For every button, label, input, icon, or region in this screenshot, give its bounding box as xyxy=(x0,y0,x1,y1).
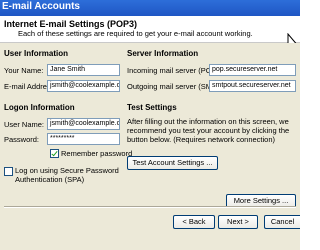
logon-info-heading: Logon Information xyxy=(4,103,75,112)
outgoing-server-field[interactable]: smtpout.secureserver.net xyxy=(209,80,296,92)
email-address-field[interactable]: jsmith@coolexample.com xyxy=(47,80,120,92)
header-title: Internet E-mail Settings (POP3) xyxy=(4,19,138,29)
spa-label-line1: Log on using Secure Password xyxy=(15,166,119,175)
back-button[interactable]: < Back xyxy=(173,215,215,229)
header-subtitle: Each of these settings are required to g… xyxy=(18,29,253,38)
your-name-label: Your Name: xyxy=(4,66,44,75)
window-title: E-mail Accounts xyxy=(2,1,80,12)
title-bar: E-mail Accounts xyxy=(0,0,300,16)
incoming-server-field[interactable]: pop.secureserver.net xyxy=(209,64,296,76)
next-button[interactable]: Next > xyxy=(218,215,258,229)
your-name-field[interactable]: Jane Smith xyxy=(47,64,120,76)
dialog-body: User Information Your Name: Jane Smith E… xyxy=(0,43,300,250)
email-accounts-dialog: E-mail Accounts Internet E-mail Settings… xyxy=(0,0,300,250)
user-name-field[interactable]: jsmith@coolexample.com xyxy=(47,118,120,130)
test-settings-description: After filling out the information on thi… xyxy=(127,117,289,144)
remember-password-checkbox[interactable] xyxy=(50,149,59,158)
footer-divider xyxy=(4,206,296,208)
spa-checkbox[interactable] xyxy=(4,167,13,176)
user-info-heading: User Information xyxy=(4,49,69,58)
server-info-heading: Server Information xyxy=(127,49,199,58)
user-name-label: User Name: xyxy=(4,120,45,129)
test-settings-heading: Test Settings xyxy=(127,103,177,112)
test-desc-line1: After filling out the information on thi… xyxy=(127,117,289,126)
password-field[interactable]: ********* xyxy=(47,133,120,145)
dialog-header: Internet E-mail Settings (POP3) Each of … xyxy=(0,16,300,56)
spa-label-line2: Authentication (SPA) xyxy=(15,175,85,184)
password-label: Password: xyxy=(4,135,40,144)
test-desc-line2: recommend you test your account by click… xyxy=(127,126,290,135)
cancel-button[interactable]: Cancel xyxy=(264,215,300,229)
test-desc-line3: button below. (Requires network connecti… xyxy=(127,135,276,144)
test-account-settings-button[interactable]: Test Account Settings ... xyxy=(127,156,218,170)
remember-password-label: Remember password xyxy=(61,149,133,158)
